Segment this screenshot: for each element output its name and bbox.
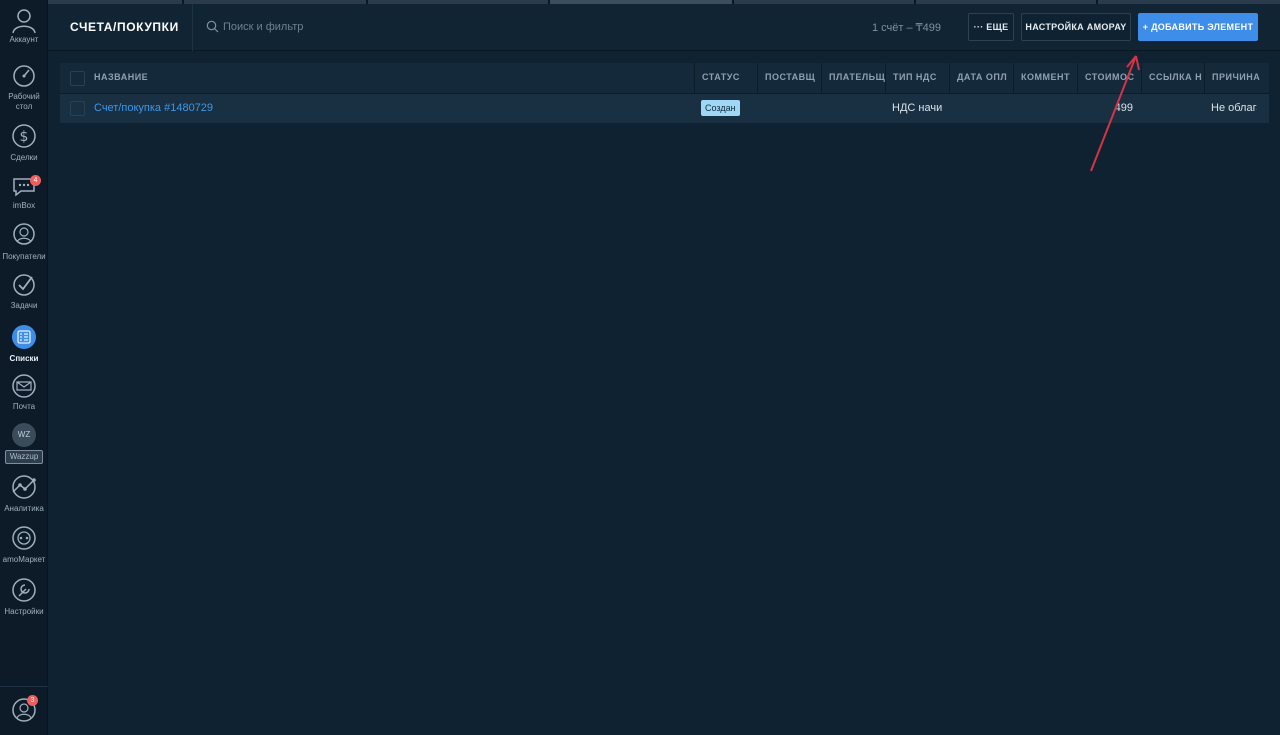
sidebar-item-tasks[interactable]: Задачи: [0, 273, 48, 311]
invoice-summary: 1 счёт – ₸499: [872, 22, 942, 34]
sidebar-item-label: Почта: [12, 402, 36, 411]
amopay-settings-button[interactable]: НАСТРОЙКА AMOPAY: [1021, 13, 1131, 41]
column-header-reason[interactable]: ПРИЧИНА: [1204, 63, 1269, 94]
column-header-payer[interactable]: ПЛАТЕЛЬЩ: [821, 63, 885, 94]
table-row[interactable]: Счет/покупка #1480729 Создан НДС начис 4…: [60, 94, 1269, 123]
sidebar: Аккаунт Рабочий стол $ Сделки imBox 4 По…: [0, 0, 48, 735]
sidebar-item-label: Аналитика: [4, 504, 44, 513]
notifications-badge: 3: [27, 695, 38, 706]
search-icon: [206, 20, 219, 33]
vat-type-cell: НДС начис: [892, 102, 942, 114]
imbox-badge: 4: [30, 175, 41, 186]
invoice-name-link[interactable]: Счет/покупка #1480729: [94, 94, 694, 123]
more-button[interactable]: ··· ЕЩЕ: [968, 13, 1014, 41]
sidebar-item-label: Списки: [9, 354, 39, 363]
sidebar-item-lists[interactable]: Списки: [0, 324, 48, 364]
sidebar-item-label: Рабочий стол: [8, 92, 40, 111]
column-header-supplier[interactable]: ПОСТАВЩ: [757, 63, 821, 94]
sidebar-item-wazzup[interactable]: WZ Wazzup: [0, 423, 48, 464]
account-icon: [12, 9, 36, 34]
sidebar-item-market[interactable]: amoМаркет: [0, 525, 48, 565]
payer-cell: [821, 94, 885, 123]
link-cell: [1141, 94, 1204, 123]
supplier-cell: [757, 94, 821, 123]
mail-icon: [12, 374, 36, 398]
tasks-icon: [13, 274, 35, 296]
column-header-cost[interactable]: СТОИМОС: [1077, 63, 1141, 94]
sidebar-item-account[interactable]: Аккаунт: [0, 6, 48, 45]
sidebar-item-label: Настройки: [4, 607, 44, 616]
status-cell: Создан: [694, 94, 757, 123]
sidebar-divider: [0, 686, 48, 687]
sidebar-item-imbox[interactable]: imBox 4: [0, 175, 48, 211]
sidebar-item-label: Wazzup: [4, 450, 44, 464]
dollar-icon: $: [12, 124, 36, 148]
sidebar-item-notifications[interactable]: 3: [0, 695, 48, 728]
market-icon: [12, 526, 36, 550]
sidebar-item-label: amoМаркет: [2, 555, 46, 564]
customers-icon: [13, 223, 35, 245]
svg-text:$: $: [20, 129, 29, 145]
row-checkbox[interactable]: [70, 101, 85, 116]
column-header-payment-date[interactable]: ДАТА ОПЛ: [949, 63, 1013, 94]
column-header-status[interactable]: СТАТУС: [694, 63, 757, 94]
lists-icon: [12, 325, 36, 349]
comment-cell: [1013, 94, 1077, 123]
column-header-name[interactable]: НАЗВАНИЕ: [94, 63, 694, 94]
status-badge[interactable]: Создан: [701, 100, 740, 117]
payment-date-cell: [949, 94, 1013, 123]
sidebar-item-label: Задачи: [10, 301, 38, 310]
sidebar-item-label: Покупатели: [2, 252, 46, 261]
sidebar-item-settings[interactable]: Настройки: [0, 577, 48, 617]
header: СЧЕТА/ПОКУПКИ 1 счёт – ₸499 ··· ЕЩЕ НАСТ…: [48, 4, 1280, 51]
column-header-comment[interactable]: КОММЕНТ: [1013, 63, 1077, 94]
cost-cell: 499: [1114, 102, 1133, 114]
settings-icon: [12, 578, 36, 602]
add-element-button[interactable]: + ДОБАВИТЬ ЭЛЕМЕНТ: [1138, 13, 1258, 41]
dashboard-icon: [13, 65, 35, 87]
sidebar-item-analytics[interactable]: Аналитика: [0, 474, 48, 514]
page-title: СЧЕТА/ПОКУПКИ: [70, 20, 179, 34]
column-header-vat-type[interactable]: ТИП НДС: [885, 63, 949, 94]
sidebar-item-label: Сделки: [10, 153, 38, 162]
invoices-table: НАЗВАНИЕ СТАТУС ПОСТАВЩ ПЛАТЕЛЬЩ ТИП НДС…: [60, 63, 1269, 123]
sidebar-item-label: Аккаунт: [9, 35, 39, 44]
sidebar-item-dashboard[interactable]: Рабочий стол: [0, 64, 48, 112]
reason-cell: Не облага: [1211, 102, 1257, 114]
sidebar-item-mail[interactable]: Почта: [0, 374, 48, 412]
sidebar-item-customers[interactable]: Покупатели: [0, 222, 48, 262]
sidebar-item-deals[interactable]: $ Сделки: [0, 123, 48, 163]
select-all-checkbox[interactable]: [70, 71, 85, 86]
header-divider: [192, 4, 193, 51]
analytics-icon: [12, 475, 36, 499]
column-header-link[interactable]: ССЫЛКА Н: [1141, 63, 1204, 94]
wazzup-icon: WZ: [12, 423, 36, 447]
table-header: НАЗВАНИЕ СТАТУС ПОСТАВЩ ПЛАТЕЛЬЩ ТИП НДС…: [60, 63, 1269, 94]
sidebar-item-label: imBox: [12, 201, 36, 210]
search-input[interactable]: [223, 17, 523, 37]
